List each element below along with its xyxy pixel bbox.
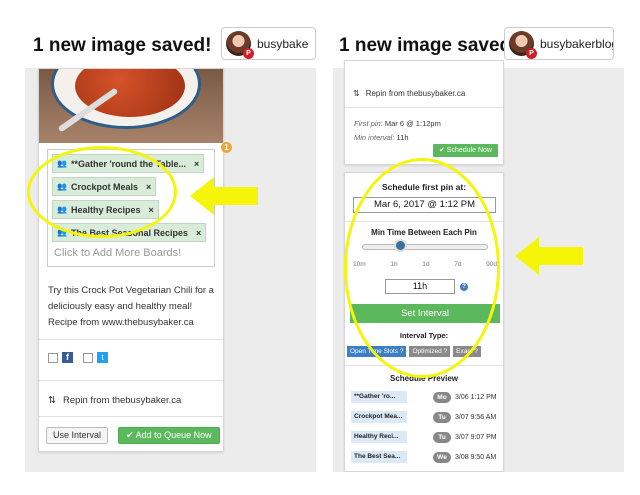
repin-icon: ⇅	[48, 395, 56, 406]
first-pin-value: Mar 6 @ 1:12pm	[384, 119, 441, 128]
preview-board: The Best Sea...	[351, 451, 407, 463]
preview-row: The Best Sea... We 3/08 9:50 AM	[351, 450, 501, 464]
username: busybakerblog	[540, 36, 614, 51]
min-interval-value: 11h	[396, 133, 409, 142]
preview-row: Healthy Reci... Tu 3/07 9:07 PM	[351, 430, 501, 444]
notification-badge: 1	[221, 142, 232, 153]
right-screenshot-panel: 1 new image saved! P busybakerblog ⇅ Rep…	[333, 20, 624, 472]
first-pin-meta: First pin: Mar 6 @ 1:12pm	[354, 119, 441, 128]
share-options: f t	[48, 352, 108, 363]
twitter-icon: t	[97, 352, 108, 363]
repin-source: ⇅ Repin from thebusybaker.ca	[48, 395, 181, 406]
divider	[39, 380, 223, 381]
pin-card: 👥 **Gather 'round the Table... × 👥 Crock…	[38, 68, 224, 452]
remove-board-icon[interactable]: ×	[196, 228, 201, 238]
preview-day-badge: We	[433, 451, 451, 463]
preview-board: Healthy Reci...	[351, 431, 407, 443]
divider	[345, 107, 503, 108]
pin-card: ⇅ Repin from thebusybaker.ca First pin: …	[344, 60, 504, 165]
saved-title: 1 new image saved!	[33, 35, 212, 56]
facebook-icon: f	[62, 352, 73, 363]
user-chip[interactable]: P busybakerblog	[504, 27, 614, 60]
highlight-ellipse	[344, 158, 500, 378]
pin-description[interactable]: Try this Crock Pot Vegetarian Chili for …	[48, 283, 218, 331]
twitter-checkbox[interactable]	[83, 352, 93, 363]
username: busybake	[257, 36, 309, 51]
preview-board: **Gather 'ro...	[351, 391, 407, 403]
preview-day-badge: Tu	[433, 431, 451, 443]
preview-board: Crockpot Mea...	[351, 411, 407, 423]
card-actions: Use Interval ✔ Add to Queue Now	[46, 427, 220, 444]
facebook-checkbox[interactable]	[48, 352, 58, 363]
food-photo	[39, 69, 223, 143]
avatar: P	[509, 31, 537, 59]
min-interval-label: Min interval:	[354, 133, 395, 142]
use-interval-button[interactable]: Use Interval	[46, 427, 109, 444]
preview-time: 3/07 9:56 AM	[455, 413, 497, 421]
preview-time: 3/06 1:12 PM	[455, 393, 497, 401]
preview-day-badge: Mo	[433, 391, 451, 403]
add-to-queue-button[interactable]: ✔ Add to Queue Now	[118, 427, 220, 444]
repin-icon: ⇅	[353, 89, 360, 98]
divider	[39, 416, 223, 417]
avatar: P	[226, 31, 254, 59]
preview-row: **Gather 'ro... Mo 3/06 1:12 PM	[351, 390, 501, 404]
remove-board-icon[interactable]: ×	[194, 159, 199, 169]
user-chip[interactable]: P busybake	[221, 27, 316, 60]
left-screenshot-panel: 1 new image saved! P busybake 👥 **Gather…	[25, 20, 316, 472]
repin-source: ⇅ Repin from thebusybaker.ca	[353, 89, 465, 98]
yellow-arrow-annotation	[190, 177, 258, 215]
add-boards-input[interactable]: Click to Add More Boards!	[54, 247, 181, 259]
saved-title: 1 new image saved!	[339, 35, 518, 56]
pinterest-badge-icon: P	[526, 48, 537, 59]
preview-day-badge: Tu	[433, 411, 451, 423]
preview-row: Crockpot Mea... Tu 3/07 9:56 AM	[351, 410, 501, 424]
divider	[39, 339, 223, 340]
schedule-now-button[interactable]: ✔ Schedule Now	[433, 144, 498, 157]
yellow-arrow-annotation	[515, 237, 583, 275]
min-interval-meta: Min interval: 11h	[354, 133, 409, 142]
preview-time: 3/08 9:50 AM	[455, 453, 497, 461]
pinterest-badge-icon: P	[243, 48, 254, 59]
preview-time: 3/07 9:07 PM	[455, 433, 497, 441]
first-pin-label: First pin:	[354, 119, 383, 128]
repin-text: Repin from thebusybaker.ca	[365, 89, 466, 98]
highlight-ellipse	[27, 146, 177, 238]
repin-text: Repin from thebusybaker.ca	[62, 395, 182, 406]
